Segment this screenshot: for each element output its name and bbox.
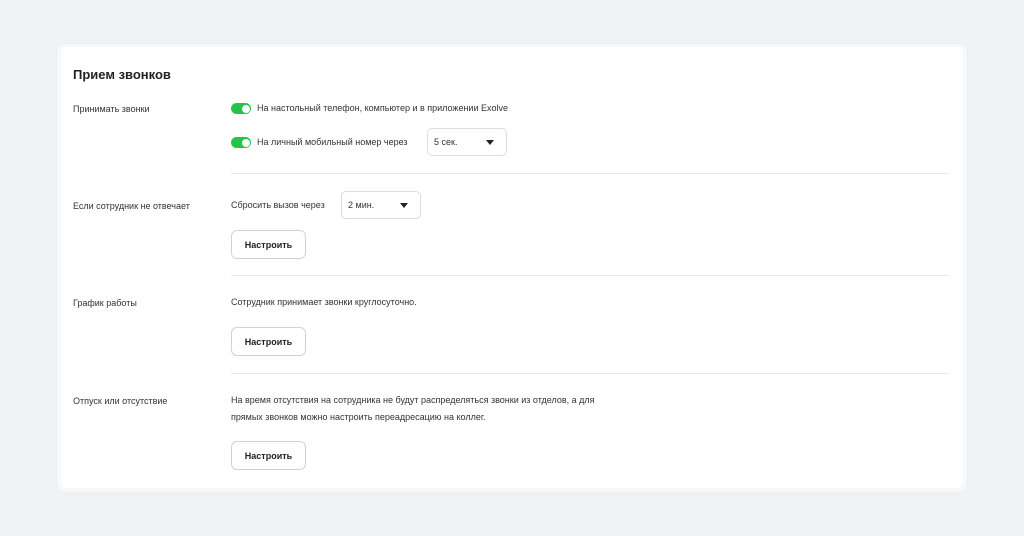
chevron-down-icon <box>486 140 494 145</box>
mobile-toggle[interactable] <box>231 137 251 148</box>
chevron-down-icon <box>400 203 408 208</box>
no-answer-label: Если сотрудник не отвечает <box>73 201 190 211</box>
settings-card <box>61 47 963 488</box>
divider <box>231 173 949 174</box>
receive-calls-label: Принимать звонки <box>73 104 150 114</box>
reset-delay-value: 2 мин. <box>348 200 375 210</box>
divider <box>231 373 949 374</box>
toggle-knob <box>241 104 250 113</box>
mobile-delay-value: 5 сек. <box>434 137 458 147</box>
vacation-text-line2: прямых звонков можно настроить переадрес… <box>231 412 486 422</box>
schedule-label: График работы <box>73 298 137 308</box>
desk-option-label: На настольный телефон, компьютер и в при… <box>257 103 508 113</box>
mobile-delay-select[interactable]: 5 сек. <box>427 128 507 156</box>
mobile-option-label: На личный мобильный номер через <box>257 137 408 147</box>
schedule-text: Сотрудник принимает звонки круглосуточно… <box>231 297 417 307</box>
vacation-configure-button[interactable]: Настроить <box>231 441 306 470</box>
divider <box>231 275 949 276</box>
reset-delay-select[interactable]: 2 мин. <box>341 191 421 219</box>
reset-call-text: Сбросить вызов через <box>231 200 325 210</box>
vacation-label: Отпуск или отсутствие <box>73 396 168 406</box>
schedule-configure-button[interactable]: Настроить <box>231 327 306 356</box>
toggle-knob <box>241 138 250 147</box>
no-answer-configure-button[interactable]: Настроить <box>231 230 306 259</box>
vacation-text-line1: На время отсутствия на сотрудника не буд… <box>231 395 595 405</box>
section-title: Прием звонков <box>73 67 171 82</box>
desk-toggle[interactable] <box>231 103 251 114</box>
